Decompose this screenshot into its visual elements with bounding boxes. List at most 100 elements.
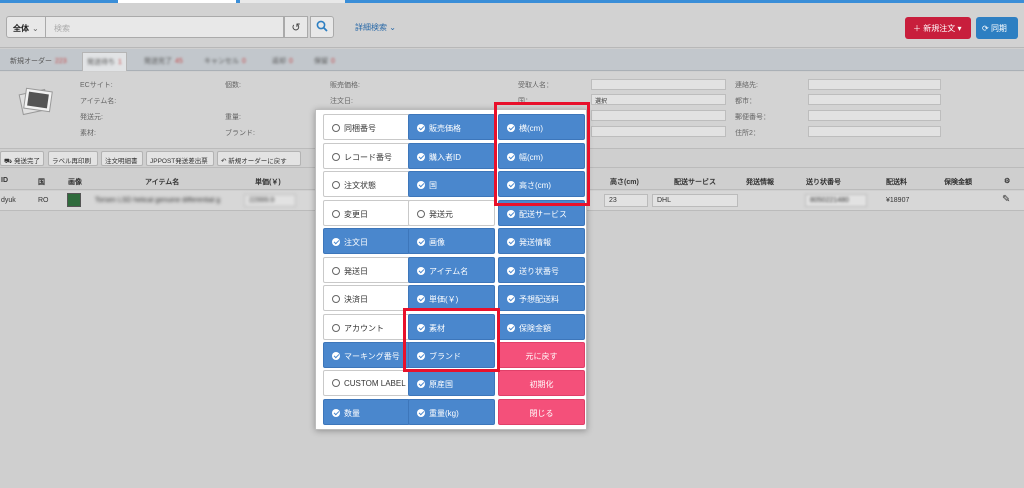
tab-new-orders[interactable]: 新規オーダー 223 [6,54,71,68]
column-option-label: 発送情報 [519,238,551,247]
cell-height[interactable]: 23 [604,194,648,207]
ship-done-button[interactable]: ⛟ 発送完了 [0,151,44,166]
jppost-button[interactable]: JPPOST発送差出票 [146,151,214,166]
column-option-col2-1[interactable]: 販売価格 [408,114,495,140]
check-circle-icon [332,238,340,246]
column-option-label: CUSTOM LABEL [344,379,406,388]
column-option-col2-6[interactable]: アイテム名 [408,257,495,283]
tab-shipped[interactable]: 発送完了 45 [140,54,187,68]
tab-label: 返却 [272,58,286,65]
cell-unit-price[interactable]: 22999.9 [244,194,296,207]
tab-on-hold[interactable]: 保留 0 [310,54,339,68]
column-option-label: 販売価格 [429,124,461,133]
th-ship-info[interactable]: 発送情報 [746,177,774,187]
column-option-col1-11[interactable]: 数量 [323,399,410,425]
search-input[interactable]: 検索 [46,16,284,38]
tab-cancelled[interactable]: キャンセル 0 [200,54,250,68]
column-option-col3-5[interactable]: 発送情報 [498,228,585,254]
cell-tracking[interactable]: 8050221480 [805,194,867,207]
pencil-icon[interactable]: ✎ [1002,194,1010,205]
column-option-col3-7[interactable]: 予想配送料 [498,285,585,311]
country-select[interactable]: 選択 [591,94,726,105]
column-option-label: 原産国 [429,380,453,389]
th-country[interactable]: 国 [38,177,45,187]
contact-field[interactable] [808,79,941,90]
plus-icon: ＋ [913,24,921,33]
recipient-field[interactable] [591,79,726,90]
column-option-col1-3[interactable]: 注文状態 [323,171,410,197]
column-option-col2-3[interactable]: 国 [408,171,495,197]
scope-dropdown[interactable]: 全体 ⌄ [6,16,46,38]
new-order-button[interactable]: ＋ 新規注文 ▾ [905,17,971,39]
reset-defaults-button[interactable]: 初期化 [498,370,585,396]
sync-button[interactable]: ⟳ 同期 [976,17,1018,39]
tab-label: キャンセル [204,58,239,65]
address2-label: 住所2： [735,130,760,137]
column-option-col2-2[interactable]: 購入者ID [408,143,495,169]
column-option-col2-11[interactable]: 重量(kg) [408,399,495,425]
quantity-label: 個数: [225,82,241,89]
cell-ship-fee: ¥18907 [886,197,910,204]
column-option-col1-4[interactable]: 変更日 [323,200,410,226]
check-circle-icon [332,409,340,417]
column-option-label: 購入者ID [429,153,461,162]
th-ship-service[interactable]: 配送サービス [674,177,716,187]
column-option-col2-10[interactable]: 原産国 [408,370,495,396]
column-option-label: 数量 [344,409,360,418]
city-field[interactable] [808,94,941,105]
caret-down-icon: ▾ [957,24,962,33]
advanced-search-link[interactable]: 詳細検索 ⌄ [355,22,396,33]
item-name-label: アイテム名: [80,98,117,105]
chevron-down-icon: ⌄ [32,24,39,33]
gear-icon[interactable]: ⚙ [1004,177,1010,185]
column-option-col1-8[interactable]: アカウント [323,314,410,340]
column-option-col1-1[interactable]: 同梱番号 [323,114,410,140]
column-option-label: 送り状番号 [519,267,559,276]
tab-awaiting-shipment[interactable]: 発送待ち 1 [82,52,127,71]
advanced-search-label: 詳細検索 [355,23,387,32]
address-field[interactable] [591,110,726,121]
check-circle-icon [417,295,425,303]
item-thumbnail[interactable] [67,193,81,207]
recipient-label: 受取人名： [518,82,553,89]
column-option-label: 重量(kg) [429,409,459,418]
column-option-col1-6[interactable]: 発送日 [323,257,410,283]
column-option-col3-6[interactable]: 送り状番号 [498,257,585,283]
th-unit-price[interactable]: 単価(￥) [255,177,281,187]
column-option-col1-10[interactable]: CUSTOM LABEL [323,370,410,396]
label-print-button[interactable]: ラベル再印刷 [48,151,98,166]
column-option-col2-4[interactable]: 発送元 [408,200,495,226]
column-option-col1-7[interactable]: 決済日 [323,285,410,311]
column-option-label: 画像 [429,238,445,247]
check-circle-icon [332,352,340,360]
close-button[interactable]: 閉じる [498,399,585,425]
check-circle-icon [417,153,425,161]
tab-returned[interactable]: 返却 0 [268,54,297,68]
cell-ship-service[interactable]: DHL [652,194,738,207]
th-item-name[interactable]: アイテム名 [145,177,179,187]
th-tracking[interactable]: 送り状番号 [806,177,841,187]
chevron-down-icon: ⌄ [389,23,396,32]
close-label: 閉じる [529,409,554,418]
search-button[interactable] [310,16,334,38]
check-circle-icon [417,238,425,246]
order-print-button[interactable]: 注文明細書 [101,151,143,166]
back-to-new-button[interactable]: ↶ 新規オーダーに戻す [217,151,301,166]
column-option-col3-8[interactable]: 保険金額 [498,314,585,340]
column-option-col1-9[interactable]: マーキング番号 [323,342,410,368]
th-ship-fee[interactable]: 配送料 [886,177,907,187]
address-field-2[interactable] [591,126,726,137]
postal-field[interactable] [808,110,941,121]
th-insurance[interactable]: 保険金額 [944,177,972,187]
th-id[interactable]: ID [1,177,8,184]
reset-button[interactable]: ↺ [284,16,308,38]
radio-empty-icon [332,153,340,161]
address2-field[interactable] [808,126,941,137]
th-image[interactable]: 画像 [68,177,82,187]
th-height[interactable]: 高さ(cm) [610,177,639,187]
city-label: 都市： [735,98,756,105]
column-option-col2-5[interactable]: 画像 [408,228,495,254]
column-option-col1-2[interactable]: レコード番号 [323,143,410,169]
restore-button[interactable]: 元に戻す [498,342,585,368]
column-option-col1-5[interactable]: 注文日 [323,228,410,254]
